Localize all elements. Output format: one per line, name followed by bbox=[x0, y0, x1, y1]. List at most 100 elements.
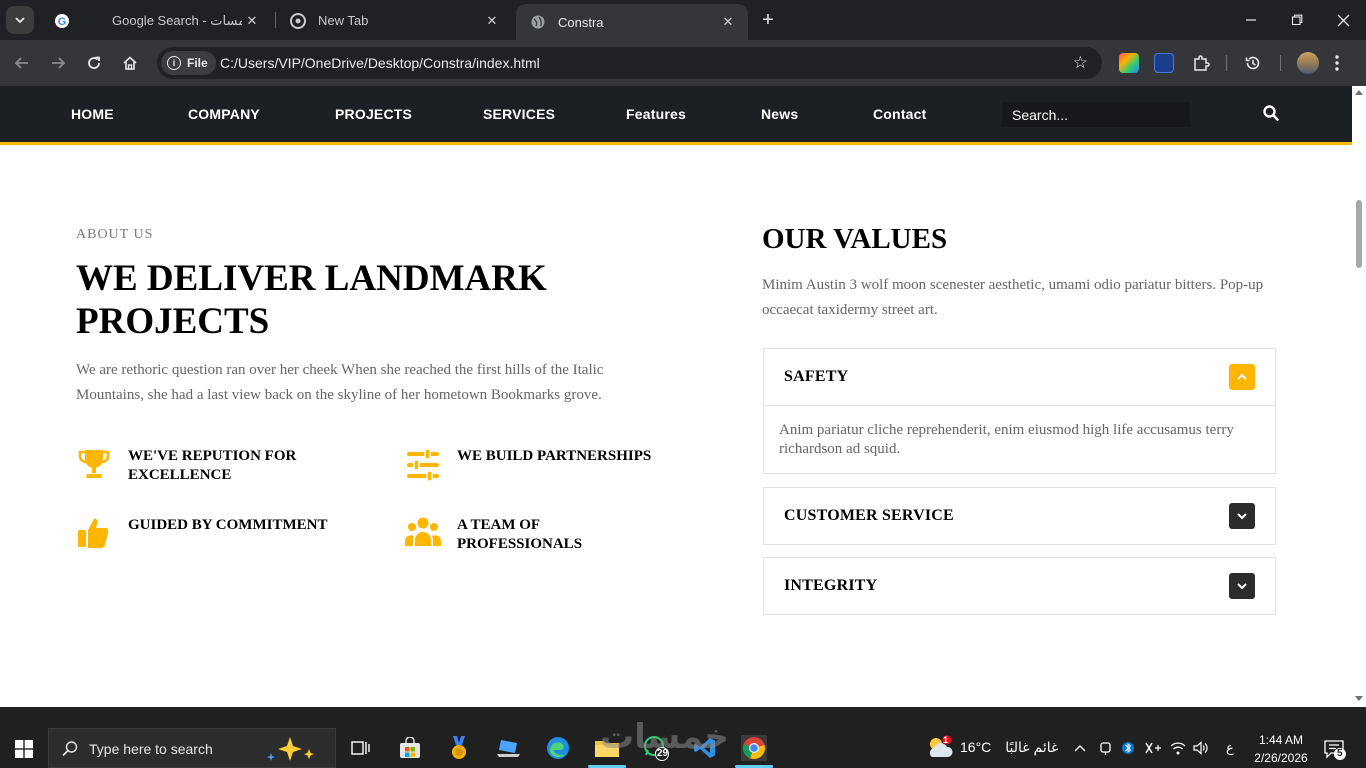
accordion-header[interactable]: SAFETY bbox=[764, 349, 1275, 405]
url-text[interactable]: C:/Users/VIP/OneDrive/Desktop/Constra/in… bbox=[220, 55, 540, 71]
profile-avatar[interactable] bbox=[1297, 52, 1319, 74]
feature-item: WE BUILD PARTNERSHIPS bbox=[405, 447, 657, 483]
meet-now-icon[interactable] bbox=[1099, 740, 1112, 756]
extensions-button[interactable] bbox=[1187, 49, 1215, 77]
puzzle-icon bbox=[1194, 55, 1210, 71]
chevron-down-icon bbox=[1237, 513, 1247, 520]
accordion-header[interactable]: INTEGRITY bbox=[764, 558, 1275, 614]
minimize-icon bbox=[1246, 19, 1256, 21]
values-title: OUR VALUES bbox=[762, 223, 948, 255]
close-icon[interactable]: ✕ bbox=[242, 11, 262, 31]
minimize-button[interactable] bbox=[1228, 6, 1274, 34]
google-icon: G bbox=[54, 13, 70, 29]
thumbs-up-icon bbox=[78, 518, 109, 548]
edge-browser-button[interactable] bbox=[545, 735, 571, 761]
browser-toolbar: i File C:/Users/VIP/OneDrive/Desktop/Con… bbox=[0, 40, 1366, 86]
system-clock[interactable]: 1:44 AM 2/26/2026 bbox=[1248, 731, 1314, 767]
chevron-down-icon bbox=[15, 17, 25, 24]
site-search-input[interactable] bbox=[1002, 102, 1190, 127]
clock-time: 1:44 AM bbox=[1258, 733, 1304, 747]
users-icon bbox=[405, 517, 441, 546]
history-button[interactable] bbox=[1239, 49, 1267, 77]
notification-center-button[interactable]: 5 bbox=[1324, 740, 1346, 765]
close-icon[interactable]: ✕ bbox=[482, 11, 502, 31]
input-language-indicator[interactable]: ع bbox=[1226, 740, 1234, 756]
accordion-header[interactable]: CUSTOMER SERVICE bbox=[764, 488, 1275, 544]
tab-constra[interactable]: Constra ✕ bbox=[516, 4, 748, 40]
accordion-item-safety: SAFETY Anim pariatur cliche reprehenderi… bbox=[763, 348, 1276, 474]
windows-start-icon[interactable] bbox=[15, 740, 33, 758]
tab-google-search[interactable]: G Google Search - خمسات ✕ bbox=[40, 4, 272, 37]
forward-button[interactable] bbox=[44, 49, 72, 77]
input-device-icon[interactable] bbox=[1144, 740, 1162, 756]
tab-search-button[interactable] bbox=[6, 6, 34, 34]
accordion-toggle[interactable] bbox=[1229, 503, 1255, 529]
site-info-chip[interactable]: i File bbox=[161, 51, 216, 75]
arrow-left-icon bbox=[14, 57, 28, 69]
page-scrollbar[interactable] bbox=[1352, 86, 1366, 707]
arrow-right-icon bbox=[52, 57, 66, 69]
reload-button[interactable] bbox=[80, 49, 108, 77]
accordion-title: SAFETY bbox=[784, 368, 849, 385]
scroll-up-arrow[interactable] bbox=[1355, 90, 1363, 95]
new-tab-button[interactable]: + bbox=[756, 8, 780, 32]
scroll-down-arrow[interactable] bbox=[1355, 696, 1363, 701]
accordion-toggle[interactable] bbox=[1229, 573, 1255, 599]
nav-features[interactable]: Features bbox=[626, 106, 686, 122]
microsoft-store-button[interactable] bbox=[397, 735, 423, 761]
nav-services[interactable]: SERVICES bbox=[483, 106, 555, 122]
chevron-down-icon bbox=[1237, 583, 1247, 590]
nav-projects[interactable]: PROJECTS bbox=[335, 106, 412, 122]
section-eyebrow: ABOUT US bbox=[76, 227, 154, 242]
accordion-title: INTEGRITY bbox=[784, 577, 878, 594]
feature-item: A TEAM OF PROFESSIONALS bbox=[405, 516, 657, 554]
reload-icon bbox=[88, 56, 100, 69]
nav-company[interactable]: COMPANY bbox=[188, 106, 260, 122]
cloudy-weather-icon bbox=[929, 735, 953, 757]
extension-icon[interactable] bbox=[1119, 53, 1139, 73]
weather-widget[interactable]: 1 16°C غائم غالبًا bbox=[926, 735, 1058, 759]
address-bar[interactable]: i File C:/Users/VIP/OneDrive/Desktop/Con… bbox=[157, 47, 1102, 79]
section-lead: We are rethoric question ran over her ch… bbox=[76, 362, 604, 403]
chrome-icon bbox=[290, 12, 306, 29]
accordion-toggle[interactable] bbox=[1229, 364, 1255, 390]
home-icon bbox=[123, 56, 137, 70]
tab-new-tab[interactable]: New Tab ✕ bbox=[276, 4, 512, 37]
weather-alert-badge: 1 bbox=[943, 735, 949, 745]
extension-icon[interactable] bbox=[1154, 53, 1174, 73]
chevron-up-icon[interactable] bbox=[1074, 743, 1086, 753]
accordion-item-customer-service: CUSTOMER SERVICE bbox=[763, 487, 1276, 545]
windows-taskbar: Type here to search 29 خمسات 1 16°C غائم… bbox=[0, 707, 1366, 768]
search-icon[interactable] bbox=[1262, 104, 1280, 122]
weather-temp: 16°C bbox=[960, 739, 992, 755]
bookmark-star-icon[interactable]: ☆ bbox=[1073, 53, 1088, 73]
globe-icon bbox=[530, 14, 546, 30]
bluetooth-icon[interactable] bbox=[1122, 740, 1134, 756]
network-icon[interactable] bbox=[1170, 740, 1186, 756]
chrome-taskbar-button[interactable] bbox=[741, 735, 767, 761]
close-icon[interactable]: ✕ bbox=[718, 12, 738, 32]
chrome-icon bbox=[742, 737, 765, 760]
nav-contact[interactable]: Contact bbox=[873, 106, 927, 122]
close-window-button[interactable] bbox=[1320, 6, 1366, 34]
volume-icon[interactable] bbox=[1192, 740, 1208, 756]
medal-app-button[interactable] bbox=[446, 735, 472, 761]
taskbar-search-box[interactable]: Type here to search bbox=[48, 728, 336, 768]
home-button[interactable] bbox=[116, 49, 144, 77]
plus-icon: + bbox=[762, 8, 774, 31]
task-view-button[interactable] bbox=[347, 735, 373, 761]
accordion-item-integrity: INTEGRITY bbox=[763, 557, 1276, 615]
feature-item: GUIDED BY COMMITMENT bbox=[76, 516, 328, 552]
chevron-up-icon bbox=[1237, 373, 1247, 380]
scroll-thumb[interactable] bbox=[1356, 200, 1362, 268]
nav-home[interactable]: HOME bbox=[71, 106, 114, 122]
menu-button[interactable] bbox=[1323, 49, 1351, 77]
laptop-app-button[interactable] bbox=[496, 735, 522, 761]
clock-date: 2/26/2026 bbox=[1254, 751, 1308, 765]
restore-button[interactable] bbox=[1274, 6, 1320, 34]
accordion-title: CUSTOMER SERVICE bbox=[784, 507, 954, 524]
back-button[interactable] bbox=[8, 49, 36, 77]
nav-news[interactable]: News bbox=[761, 106, 798, 122]
site-navbar: HOME COMPANY PROJECTS SERVICES Features … bbox=[0, 86, 1352, 142]
accordion-body: Anim pariatur cliche reprehenderit, enim… bbox=[764, 405, 1275, 473]
